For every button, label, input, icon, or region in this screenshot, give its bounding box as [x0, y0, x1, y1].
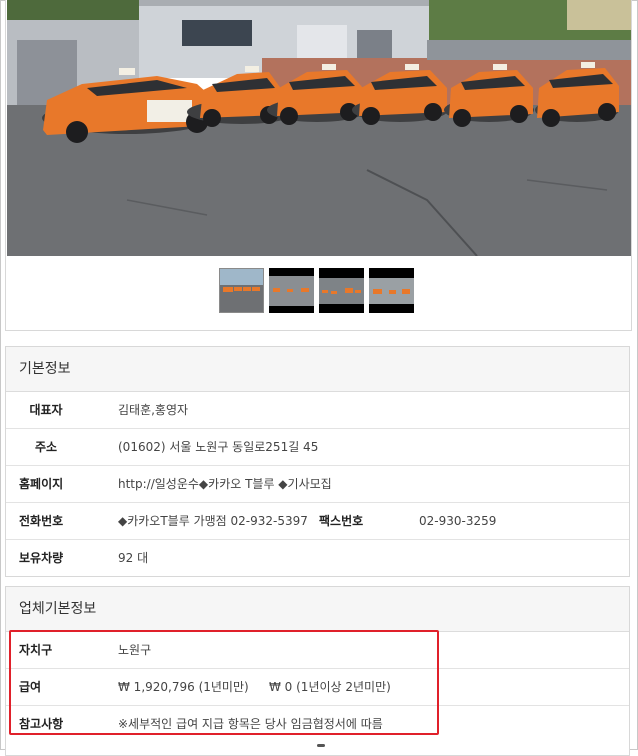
salary-row: 급여 ₩ 1,920,796 (1년미만) ₩ 0 (1년이상 2년미만)	[6, 669, 629, 706]
phone-value: ◆카카오T블루 가맹점 02-932-5397	[118, 514, 308, 528]
photo-gallery	[5, 0, 632, 331]
vehicles-row: 보유차량 92 대	[6, 540, 629, 576]
representative-value: 김태훈,홍영자	[118, 403, 189, 417]
representative-row: 대표자 김태훈,홍영자	[6, 392, 629, 429]
notes-row: 참고사항 ※세부적인 급여 지급 항목은 당사 임금협정서에 따름	[6, 706, 629, 742]
basic-info-section: 기본정보 대표자 김태훈,홍영자 주소 (01602) 서울 노원구 동일로25…	[5, 346, 630, 577]
salary-1-2yr: ₩ 0 (1년이상 2년미만)	[269, 680, 391, 694]
vehicles-label: 보유차량	[19, 551, 64, 565]
salary-under-1yr: ₩ 1,920,796 (1년미만)	[118, 680, 249, 694]
representative-label: 대표자	[29, 403, 63, 417]
company-info-title: 업체기본정보	[6, 587, 629, 632]
district-value: 노원구	[118, 643, 152, 657]
district-label: 자치구	[19, 643, 53, 657]
address-value: (01602) 서울 노원구 동일로251길 45	[118, 440, 319, 454]
vehicles-value: 92 대	[118, 551, 149, 565]
fax-value: 02-930-3259	[419, 514, 497, 528]
company-info-section: 업체기본정보 자치구 노원구 급여 ₩ 1,920,796 (1년미만) ₩ 0…	[5, 586, 630, 756]
scroll-indicator	[317, 744, 325, 747]
thumbnail-1[interactable]	[219, 268, 264, 313]
notes-value: ※세부적인 급여 지급 항목은 당사 임금협정서에 따름	[118, 717, 383, 731]
thumbnail-2[interactable]	[269, 268, 314, 313]
address-label: 주소	[34, 440, 58, 454]
homepage-link[interactable]: http://일성운수◆카카오 T블루 ◆기사모집	[118, 466, 332, 502]
thumbnail-3[interactable]	[319, 268, 364, 313]
thumbnail-strip	[219, 268, 414, 313]
district-row: 자치구 노원구	[6, 632, 629, 669]
fax-label: 팩스번호	[319, 514, 364, 528]
thumbnail-4[interactable]	[369, 268, 414, 313]
phone-row: 전화번호 ◆카카오T블루 가맹점 02-932-5397 팩스번호 02-930…	[6, 503, 629, 540]
basic-info-title: 기본정보	[6, 347, 629, 392]
notes-label: 참고사항	[19, 717, 64, 731]
homepage-label: 홈페이지	[19, 477, 64, 491]
main-photo	[7, 0, 631, 256]
address-row: 주소 (01602) 서울 노원구 동일로251길 45	[6, 429, 629, 466]
homepage-row: 홈페이지 http://일성운수◆카카오 T블루 ◆기사모집	[6, 466, 629, 503]
phone-label: 전화번호	[19, 514, 64, 528]
salary-label: 급여	[19, 680, 42, 694]
